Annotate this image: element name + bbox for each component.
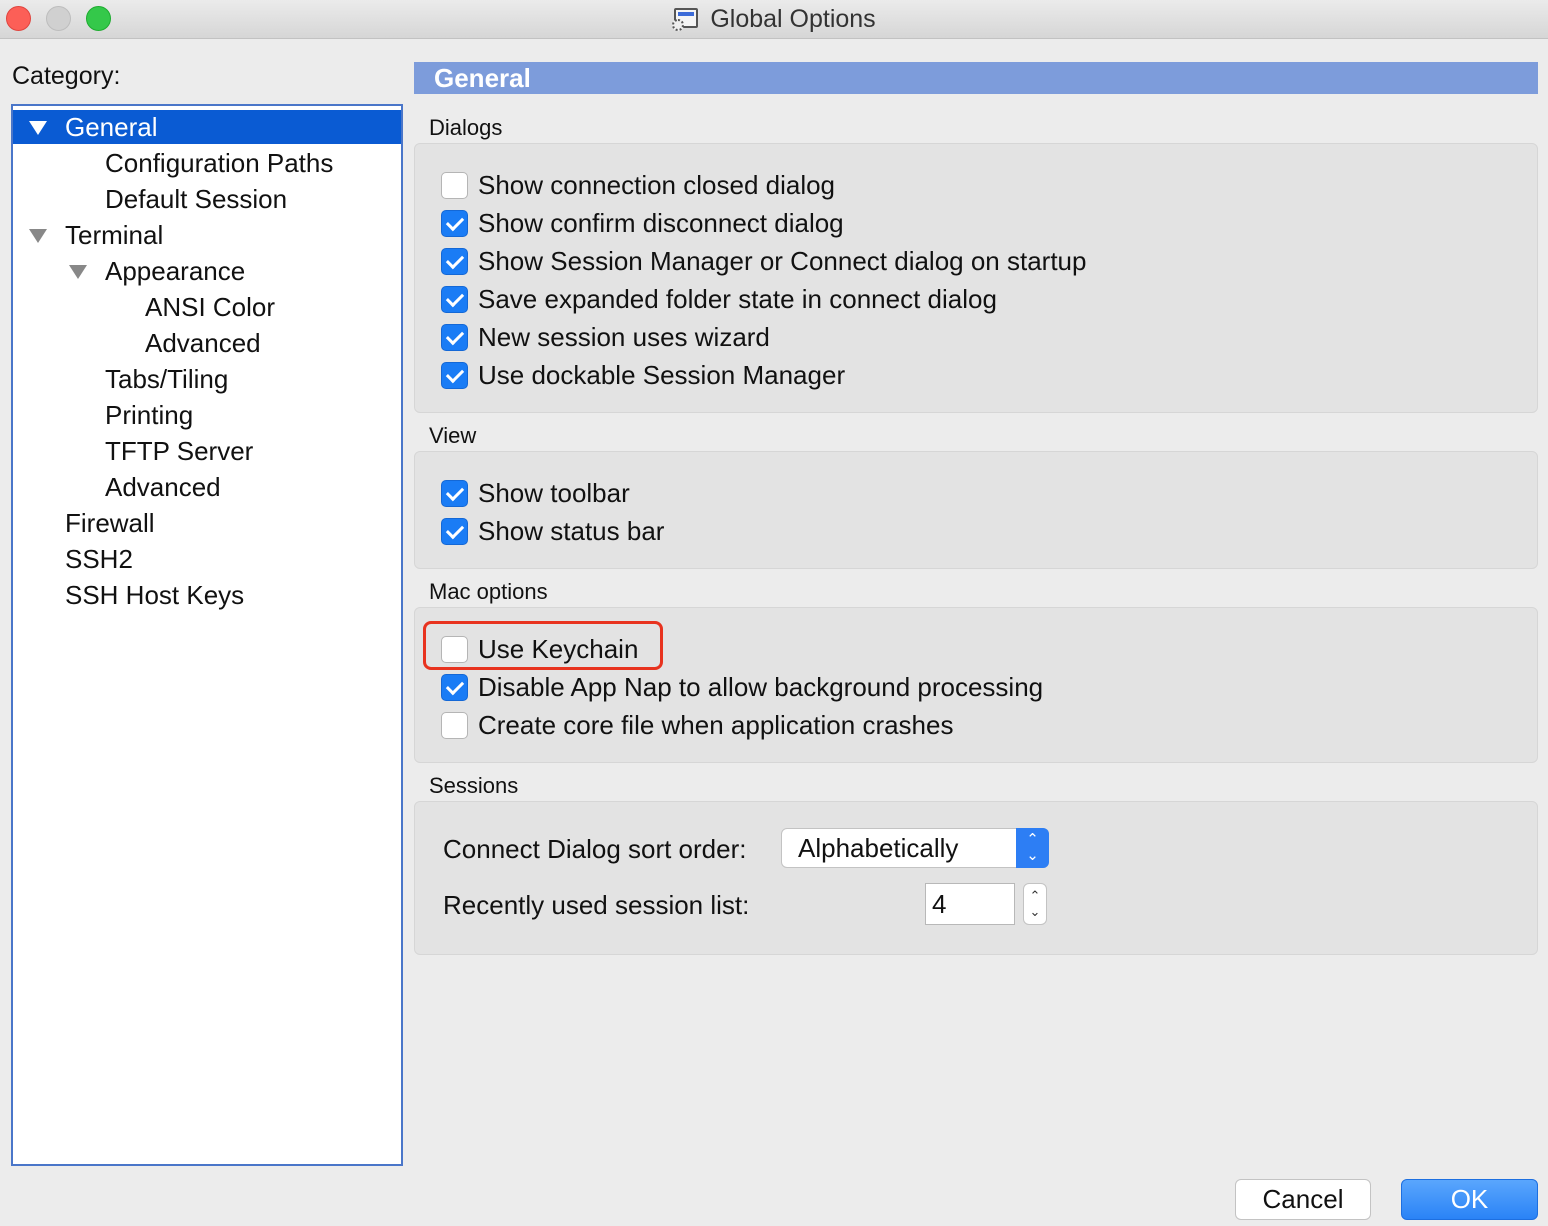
tree-item-label: Firewall bbox=[65, 508, 155, 538]
checkbox-checked[interactable] bbox=[441, 285, 468, 313]
tree-item-label: Printing bbox=[105, 400, 194, 430]
tree-item-ssh2[interactable]: SSH2 bbox=[13, 542, 401, 576]
app-options-icon bbox=[672, 7, 700, 33]
checkbox-unchecked[interactable] bbox=[441, 711, 468, 739]
option-show-connection-closed-dialog[interactable]: Show connection closed dialog bbox=[441, 170, 835, 200]
sort-order-value: Alphabetically bbox=[798, 833, 959, 863]
sort-order-label: Connect Dialog sort order: bbox=[443, 834, 747, 864]
tree-item-appearance-advanced[interactable]: Advanced bbox=[13, 326, 401, 360]
checkbox-checked[interactable] bbox=[441, 209, 468, 237]
cancel-button[interactable]: Cancel bbox=[1235, 1179, 1371, 1220]
window-title: Global Options bbox=[710, 5, 876, 33]
tree-item-label: TFTP Server bbox=[105, 436, 254, 466]
disclosure-triangle-icon[interactable] bbox=[29, 121, 47, 135]
checkbox-checked[interactable] bbox=[441, 247, 468, 275]
option-label: Create core file when application crashe… bbox=[478, 709, 954, 740]
tree-item-ansi-color[interactable]: ANSI Color bbox=[13, 290, 401, 324]
checkbox-unchecked[interactable] bbox=[441, 171, 468, 199]
tree-item-configuration-paths[interactable]: Configuration Paths bbox=[13, 146, 401, 180]
tree-item-terminal[interactable]: Terminal bbox=[13, 218, 401, 252]
tree-item-appearance[interactable]: Appearance bbox=[13, 254, 401, 288]
mac-options-group-title: Mac options bbox=[429, 579, 548, 604]
tree-item-tabs-tiling[interactable]: Tabs/Tiling bbox=[13, 362, 401, 396]
tree-item-label: Configuration Paths bbox=[105, 148, 334, 178]
disclosure-triangle-icon[interactable] bbox=[69, 265, 87, 279]
option-label: Show status bar bbox=[478, 515, 665, 546]
option-create-core-file[interactable]: Create core file when application crashe… bbox=[441, 710, 953, 740]
title-bar: Global Options bbox=[0, 0, 1548, 39]
checkbox-checked[interactable] bbox=[441, 517, 468, 545]
tree-item-firewall[interactable]: Firewall bbox=[13, 506, 401, 540]
tree-item-default-session[interactable]: Default Session bbox=[13, 182, 401, 216]
option-show-session-manager-on-startup[interactable]: Show Session Manager or Connect dialog o… bbox=[441, 246, 1086, 276]
select-arrows-icon[interactable]: ⌃ ⌄ bbox=[1016, 828, 1049, 868]
option-label: Use dockable Session Manager bbox=[478, 359, 846, 390]
tree-item-ssh-host-keys[interactable]: SSH Host Keys bbox=[13, 578, 401, 612]
category-tree[interactable]: General Configuration Paths Default Sess… bbox=[11, 104, 403, 1166]
option-label: New session uses wizard bbox=[478, 321, 770, 352]
option-label: Disable App Nap to allow background proc… bbox=[478, 671, 1044, 702]
tree-item-general[interactable]: General bbox=[13, 110, 401, 144]
recent-sessions-stepper[interactable]: ⌃ ⌄ bbox=[1023, 883, 1047, 925]
sort-order-select[interactable]: Alphabetically ⌃ ⌄ bbox=[781, 828, 1049, 868]
option-label: Show confirm disconnect dialog bbox=[478, 207, 844, 238]
sessions-group bbox=[414, 801, 1538, 955]
tree-item-label: SSH2 bbox=[65, 544, 133, 574]
checkbox-checked[interactable] bbox=[441, 673, 468, 701]
stepper-down-icon[interactable]: ⌄ bbox=[1030, 904, 1041, 920]
category-label: Category: bbox=[12, 62, 121, 90]
recent-sessions-input[interactable]: 4 bbox=[925, 883, 1015, 925]
disclosure-triangle-icon[interactable] bbox=[29, 229, 47, 243]
dialogs-group-title: Dialogs bbox=[429, 115, 503, 140]
tree-item-label: Default Session bbox=[105, 184, 288, 214]
tree-item-label: SSH Host Keys bbox=[65, 580, 245, 610]
sessions-group-title: Sessions bbox=[429, 773, 519, 798]
window-title-group: Global Options bbox=[0, 0, 1548, 39]
option-use-dockable-session-manager[interactable]: Use dockable Session Manager bbox=[441, 360, 845, 390]
tree-item-label: Advanced bbox=[145, 328, 261, 358]
option-label: Show connection closed dialog bbox=[478, 169, 836, 200]
option-show-toolbar[interactable]: Show toolbar bbox=[441, 478, 630, 508]
tree-item-label: Appearance bbox=[105, 256, 246, 286]
ok-button[interactable]: OK bbox=[1401, 1179, 1538, 1220]
tree-item-label: Advanced bbox=[105, 472, 221, 502]
view-group-title: View bbox=[429, 423, 477, 448]
option-label: Show Session Manager or Connect dialog o… bbox=[478, 245, 1087, 276]
checkbox-checked[interactable] bbox=[441, 479, 468, 507]
annotation-highlight-box bbox=[423, 621, 663, 670]
tree-item-tftp-server[interactable]: TFTP Server bbox=[13, 434, 401, 468]
option-disable-app-nap[interactable]: Disable App Nap to allow background proc… bbox=[441, 672, 1043, 702]
option-show-status-bar[interactable]: Show status bar bbox=[441, 516, 664, 546]
option-label: Show toolbar bbox=[478, 477, 630, 508]
option-save-expanded-folder-state[interactable]: Save expanded folder state in connect di… bbox=[441, 284, 997, 314]
checkbox-checked[interactable] bbox=[441, 323, 468, 351]
panel-title: General bbox=[414, 62, 1538, 94]
option-show-confirm-disconnect-dialog[interactable]: Show confirm disconnect dialog bbox=[441, 208, 844, 238]
tree-item-printing[interactable]: Printing bbox=[13, 398, 401, 432]
view-group bbox=[414, 451, 1538, 569]
option-label: Save expanded folder state in connect di… bbox=[478, 283, 997, 314]
tree-item-label: General bbox=[65, 112, 158, 142]
tree-item-terminal-advanced[interactable]: Advanced bbox=[13, 470, 401, 504]
tree-item-label: Terminal bbox=[65, 220, 164, 250]
tree-item-label: Tabs/Tiling bbox=[105, 364, 229, 394]
checkbox-checked[interactable] bbox=[441, 361, 468, 389]
stepper-up-icon[interactable]: ⌃ bbox=[1030, 888, 1041, 904]
recent-sessions-label: Recently used session list: bbox=[443, 890, 750, 920]
tree-item-label: ANSI Color bbox=[145, 292, 276, 322]
option-new-session-uses-wizard[interactable]: New session uses wizard bbox=[441, 322, 770, 352]
